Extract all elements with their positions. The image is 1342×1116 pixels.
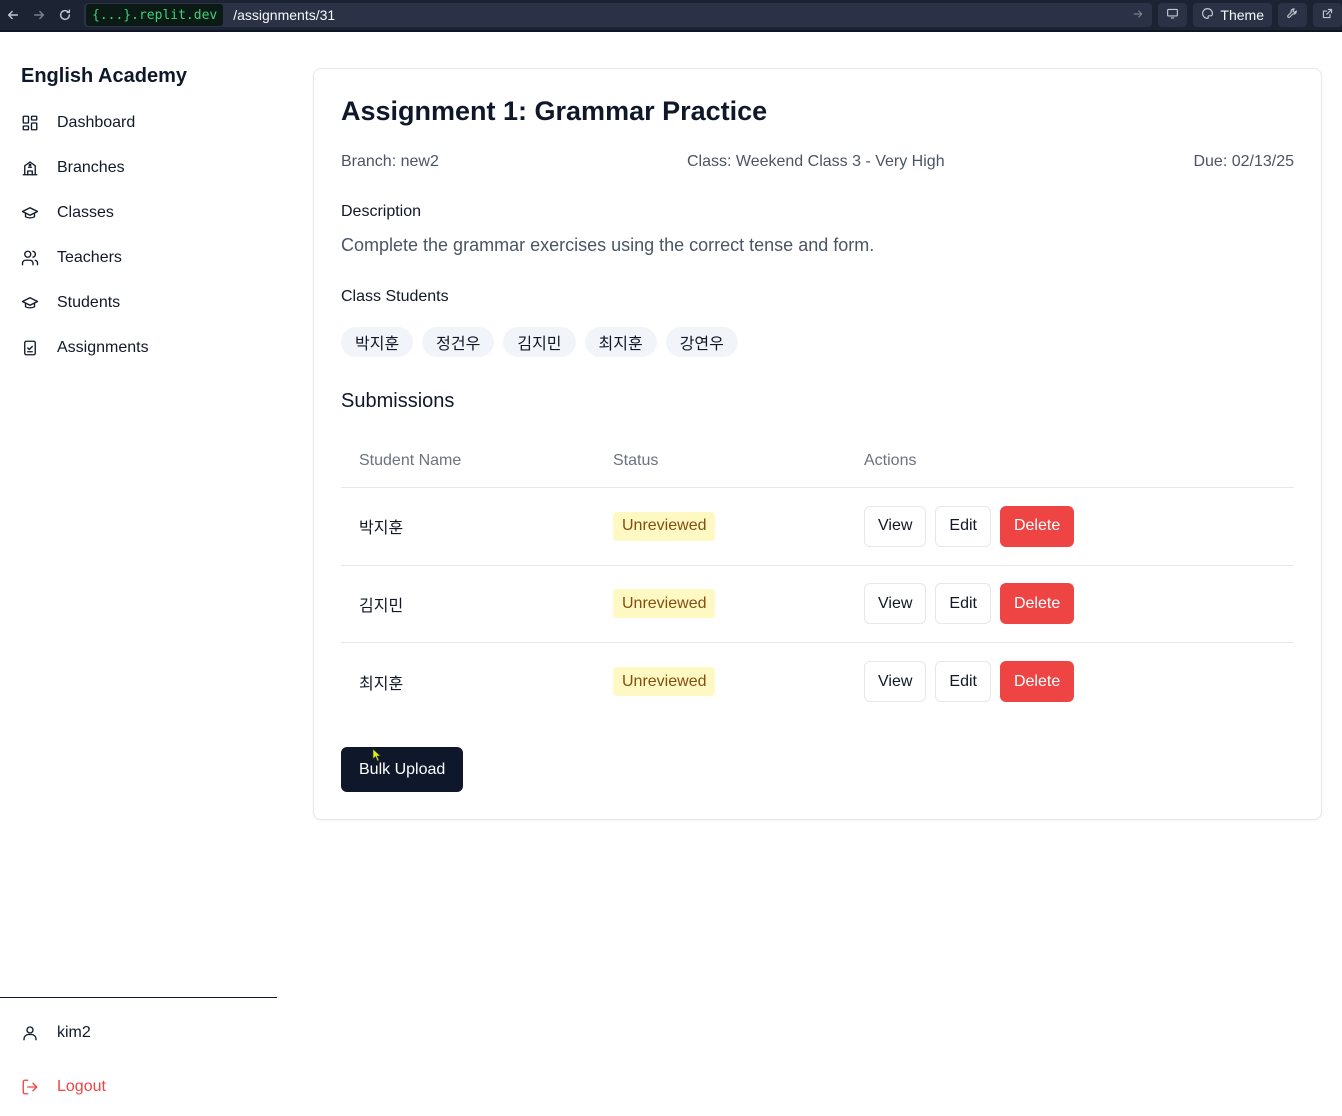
student-chip: 최지훈 <box>584 327 657 357</box>
wrench-icon <box>1286 7 1299 23</box>
tools-button[interactable] <box>1278 3 1307 27</box>
logout-icon <box>22 1079 38 1095</box>
view-button[interactable]: View <box>864 583 927 625</box>
logout-label: Logout <box>57 1078 106 1095</box>
url-path: /assignments/31 <box>233 7 336 23</box>
sidebar-item-dashboard[interactable]: Dashboard <box>0 100 277 145</box>
sidebar-item-label: Classes <box>57 203 114 221</box>
forward-arrow-icon[interactable] <box>26 8 52 22</box>
sidebar-item-assignments[interactable]: Assignments <box>0 325 277 370</box>
table-row: 최지훈 Unreviewed View Edit Delete <box>341 643 1294 721</box>
student-name: 박지훈 <box>359 520 404 538</box>
graduation-cap-icon <box>21 206 39 219</box>
page-title: Assignment 1: Grammar Practice <box>341 96 768 126</box>
delete-button[interactable]: Delete <box>999 505 1075 547</box>
student-chip: 강연우 <box>665 327 738 357</box>
url-domain: {...}.replit.dev <box>86 4 224 26</box>
clipboard-check-icon <box>24 340 36 355</box>
edit-button[interactable]: Edit <box>935 505 991 547</box>
brand-title: English Academy <box>21 65 187 87</box>
theme-label: Theme <box>1220 7 1264 23</box>
logout-button[interactable]: Logout <box>21 1078 106 1096</box>
sidebar-divider <box>0 997 277 998</box>
student-name: 김지민 <box>359 597 404 615</box>
sidebar-nav: Dashboard Branches Classes Teachers Stud… <box>0 100 277 370</box>
table-header: Student Name Status Actions <box>341 434 1294 488</box>
status-badge: Unreviewed <box>613 589 716 619</box>
view-button[interactable]: View <box>864 661 927 703</box>
monitor-icon <box>1166 7 1179 23</box>
bulk-upload-button[interactable]: Bulk Upload <box>341 747 464 792</box>
sidebar: English Academy Dashboard Branches Class… <box>0 32 277 1116</box>
assignment-due-date: Due: 02/13/25 <box>1193 153 1294 170</box>
user-icon <box>23 1026 37 1041</box>
delete-button[interactable]: Delete <box>999 583 1075 625</box>
column-header-actions: Actions <box>864 451 917 469</box>
reload-icon[interactable] <box>52 8 78 22</box>
devices-button[interactable] <box>1158 3 1188 27</box>
student-name: 최지훈 <box>359 675 404 693</box>
mouse-cursor-icon <box>372 748 382 762</box>
table-row: 김지민 Unreviewed View Edit Delete <box>341 566 1294 643</box>
student-chip: 박지훈 <box>341 327 414 357</box>
column-header-student-name: Student Name <box>359 451 462 469</box>
sidebar-item-label: Dashboard <box>57 113 136 131</box>
sidebar-item-label: Branches <box>57 158 125 176</box>
users-icon <box>21 250 39 265</box>
building-icon <box>22 160 38 175</box>
description-label: Description <box>341 203 422 220</box>
username: kim2 <box>57 1024 91 1041</box>
dashboard-icon <box>22 115 38 130</box>
sidebar-item-label: Assignments <box>57 338 149 356</box>
user-profile[interactable]: kim2 <box>21 1024 91 1042</box>
back-arrow-icon[interactable] <box>0 8 26 22</box>
assignment-card: Assignment 1: Grammar Practice Branch: n… <box>313 68 1322 820</box>
sidebar-item-label: Teachers <box>57 248 122 266</box>
sidebar-item-teachers[interactable]: Teachers <box>0 235 277 280</box>
table-row: 박지훈 Unreviewed View Edit Delete <box>341 488 1294 566</box>
status-badge: Unreviewed <box>613 511 716 541</box>
student-chip: 정건우 <box>422 327 495 357</box>
external-link-icon <box>1321 7 1334 23</box>
student-chip: 김지민 <box>503 327 576 357</box>
submissions-table: Student Name Status Actions 박지훈 Unreview… <box>341 434 1294 721</box>
class-students-list: 박지훈 정건우 김지민 최지훈 강연우 <box>341 327 738 357</box>
sidebar-item-students[interactable]: Students <box>0 280 277 325</box>
submissions-title: Submissions <box>341 390 455 412</box>
open-new-tab-button[interactable] <box>1313 3 1342 27</box>
graduation-cap-icon <box>21 296 39 309</box>
sidebar-item-classes[interactable]: Classes <box>0 190 277 235</box>
assignment-branch: Branch: new2 <box>341 153 439 170</box>
palette-icon <box>1201 7 1214 23</box>
browser-toolbar: {...}.replit.dev /assignments/31 Theme <box>0 0 1342 32</box>
edit-button[interactable]: Edit <box>935 661 991 703</box>
status-badge: Unreviewed <box>613 667 716 697</box>
sidebar-item-branches[interactable]: Branches <box>0 145 277 190</box>
column-header-status: Status <box>613 451 659 469</box>
assignment-description: Complete the grammar exercises using the… <box>341 235 875 255</box>
go-arrow-icon[interactable] <box>1132 7 1144 23</box>
edit-button[interactable]: Edit <box>935 583 991 625</box>
sidebar-item-label: Students <box>57 293 121 311</box>
url-bar[interactable]: {...}.replit.dev /assignments/31 <box>84 3 1153 27</box>
class-students-label: Class Students <box>341 288 449 305</box>
assignment-class: Class: Weekend Class 3 - Very High <box>687 153 945 170</box>
theme-button[interactable]: Theme <box>1193 3 1272 27</box>
delete-button[interactable]: Delete <box>999 661 1075 703</box>
view-button[interactable]: View <box>864 505 927 547</box>
